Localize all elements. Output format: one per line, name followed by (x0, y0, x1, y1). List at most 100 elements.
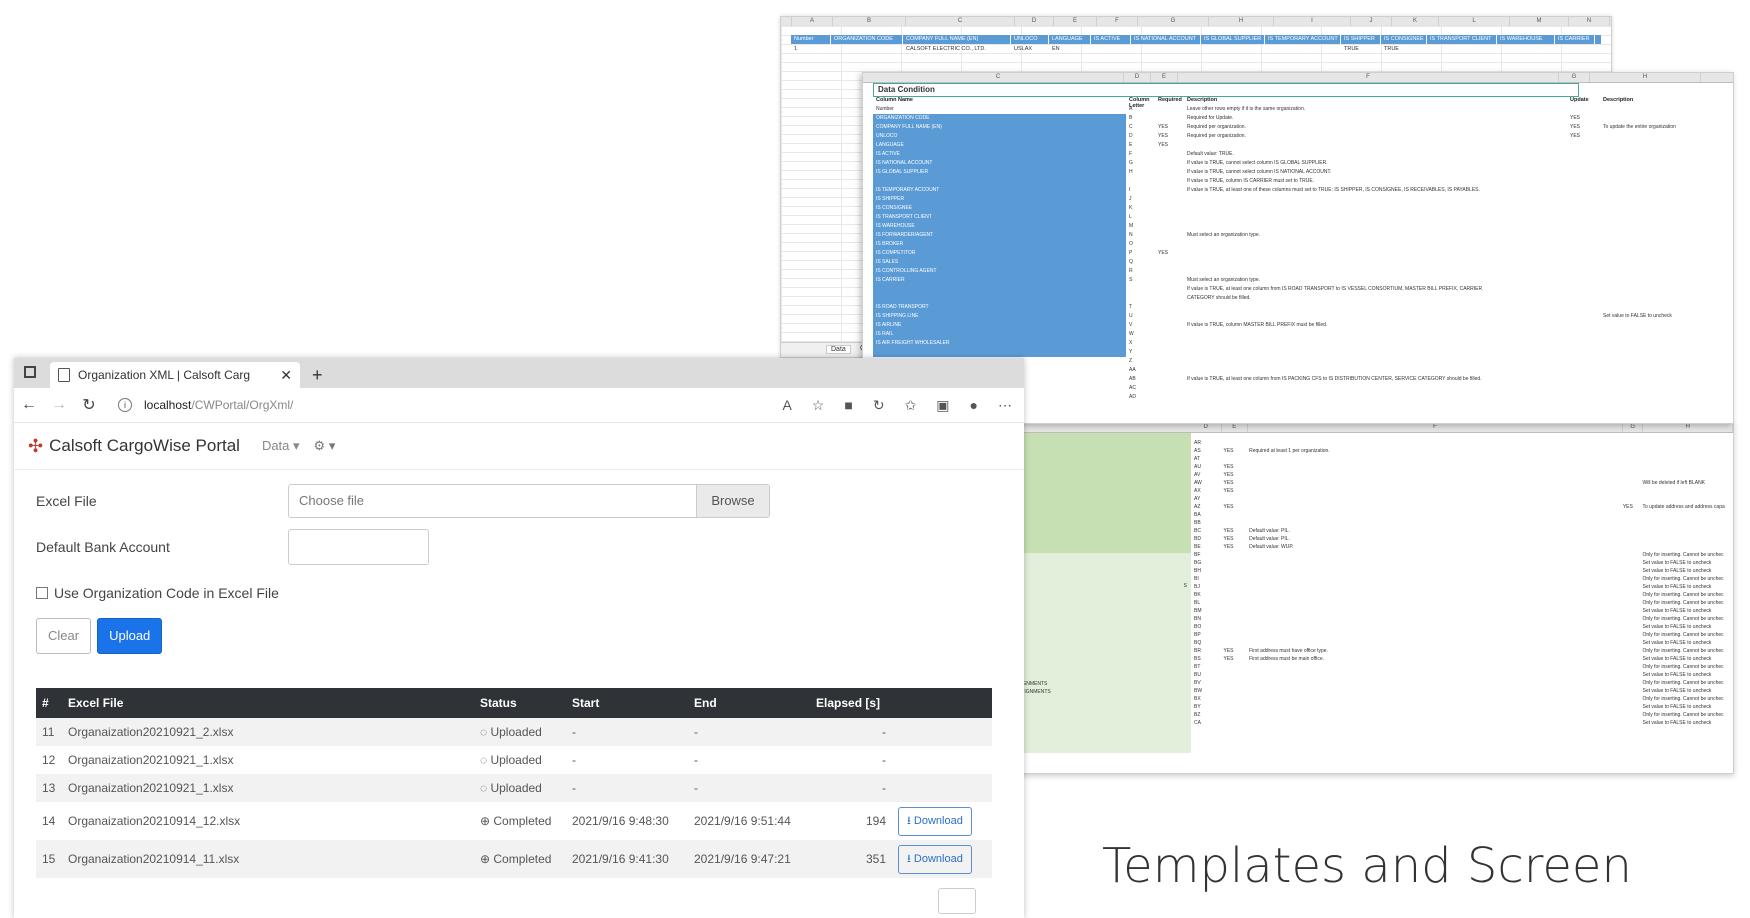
column-letter: BK (1194, 592, 1201, 598)
required: YES (1223, 544, 1234, 550)
column-letter: AW (1194, 480, 1202, 486)
condition-row: IS WAREHOUSE M (873, 222, 1713, 231)
required (1155, 159, 1184, 168)
required (1155, 267, 1184, 276)
forward-icon[interactable]: → (44, 396, 74, 414)
condition-row: AZ YES YES To update address and address ca… (1191, 503, 1731, 511)
download-button[interactable]: ⭳ Download (898, 844, 972, 874)
browser-tab[interactable]: Organization XML | Calsoft Carg ✕ (50, 362, 300, 388)
update (1623, 679, 1643, 687)
update-description (1600, 303, 1713, 312)
url-field[interactable]: i localhost /CWPortal/OrgXml/ (118, 398, 293, 412)
download-button[interactable]: ⭳ Download (898, 806, 972, 836)
required: YES (1223, 464, 1234, 470)
column-letter: BM (1194, 608, 1202, 614)
column-name: IS BROKER (873, 240, 1126, 249)
update (1623, 519, 1643, 527)
row-action (892, 746, 992, 774)
update (1567, 294, 1600, 303)
condition-row: BB (1191, 519, 1731, 527)
pagination[interactable] (938, 888, 976, 914)
required (1155, 339, 1184, 348)
description: Default value: TRUE. (1187, 151, 1234, 157)
description (1249, 567, 1623, 575)
column-letter: P (1129, 250, 1133, 256)
back-icon[interactable]: ← (14, 396, 44, 414)
condition-row: CATEGORY should be filled. (873, 294, 1713, 303)
update (1623, 479, 1643, 487)
row-status: ⊕ Completed (474, 802, 566, 840)
column-letter: BJ (1194, 584, 1200, 590)
column-name: IS GLOBAL SUPPLIER (873, 168, 1126, 177)
extension-icon[interactable]: ■ (844, 397, 852, 414)
condition-row: BI Only for inserting. Cannot be unchec (1191, 575, 1731, 583)
column-letter: D (1015, 17, 1054, 26)
column-letter: BW (1194, 688, 1203, 694)
header-cell: IS TRANSPORT CLIENT (1427, 35, 1497, 44)
clear-button[interactable]: Clear (36, 618, 92, 654)
use-org-code-label: Use Organization Code in Excel File (54, 585, 279, 601)
condition-row: IS TRANSPORT CLIENT L (873, 213, 1713, 222)
collections-icon[interactable]: ▣ (936, 397, 949, 414)
read-aloud-icon[interactable]: A (782, 397, 791, 414)
use-org-code-checkbox-row[interactable]: Use Organization Code in Excel File (36, 576, 1002, 610)
update (1567, 258, 1600, 267)
column-letter: F (1129, 151, 1133, 157)
update (1623, 639, 1643, 647)
condition-row: AX YES (1191, 487, 1731, 495)
more-icon[interactable]: ⋯ (998, 397, 1012, 414)
description (1184, 366, 1567, 375)
window-menu-icon[interactable] (24, 366, 36, 378)
sheet-tab-data[interactable]: Data (826, 345, 851, 354)
favorites-icon[interactable]: ✩ (905, 397, 917, 414)
brand-name[interactable]: Calsoft CargoWise Portal (49, 436, 240, 456)
browse-button[interactable]: Browse (696, 485, 769, 517)
condition-row: Y (873, 348, 1713, 357)
required (1155, 114, 1184, 123)
update-description: Only for inserting. Cannot be unchec (1642, 632, 1724, 638)
description (1184, 240, 1567, 249)
description (1249, 487, 1623, 495)
status-text: Completed (493, 814, 552, 828)
required (1155, 177, 1184, 186)
description (1249, 503, 1623, 511)
row-start: 2021/9/16 9:41:30 (566, 840, 688, 878)
required (1224, 439, 1250, 447)
app-navbar: ✣ Calsoft CargoWise Portal Data ▾ ⚙ ▾ (14, 423, 1024, 470)
nav-data-menu[interactable]: Data ▾ (262, 438, 300, 454)
refresh-icon[interactable]: ↻ (74, 395, 104, 415)
update (1567, 213, 1600, 222)
refresh-extension-icon[interactable]: ↻ (873, 397, 885, 414)
new-tab-icon[interactable]: + (312, 362, 323, 388)
required (1224, 559, 1250, 567)
column-letter: AY (1194, 496, 1201, 502)
table-row: 13 Organaization20210921_1.xlsx ◌ Uploaded… (36, 774, 992, 802)
upload-button[interactable]: Upload (97, 618, 163, 654)
update (1567, 150, 1600, 159)
update-description (1600, 105, 1713, 114)
header-cell: Number (791, 35, 831, 44)
required (1155, 393, 1184, 402)
column-letter (1126, 177, 1155, 186)
file-input[interactable]: Choose file Browse (288, 484, 770, 518)
update-description (1600, 294, 1713, 303)
bank-account-input[interactable] (288, 529, 429, 565)
required (1224, 639, 1250, 647)
condition-row: IS AIR FREIGHT WHOLESALER X (873, 339, 1713, 348)
close-tab-icon[interactable]: ✕ (280, 367, 292, 384)
tab-title: Organization XML | Calsoft Carg (78, 368, 251, 382)
update-description (1642, 511, 1731, 519)
nav-settings-menu[interactable]: ⚙ ▾ (314, 438, 336, 454)
add-favorite-icon[interactable]: ☆ (812, 397, 825, 414)
table-header-cell: # (36, 688, 62, 718)
description (1249, 695, 1623, 703)
condition-row: BG Set value to FALSE to uncheck (1191, 559, 1731, 567)
use-org-code-checkbox[interactable] (36, 587, 48, 599)
row-status: ◌ Uploaded (474, 718, 566, 746)
info-icon[interactable]: i (118, 398, 132, 412)
profile-icon[interactable]: ● (970, 397, 978, 414)
header-cell: IS TEMPORARY ACCOUNT (1265, 35, 1341, 44)
update (1623, 535, 1643, 543)
row-end: 2021/9/16 9:47:21 (688, 840, 810, 878)
condition-row: IS SHIPPING LINE U Set value to FALSE to u… (873, 312, 1713, 321)
